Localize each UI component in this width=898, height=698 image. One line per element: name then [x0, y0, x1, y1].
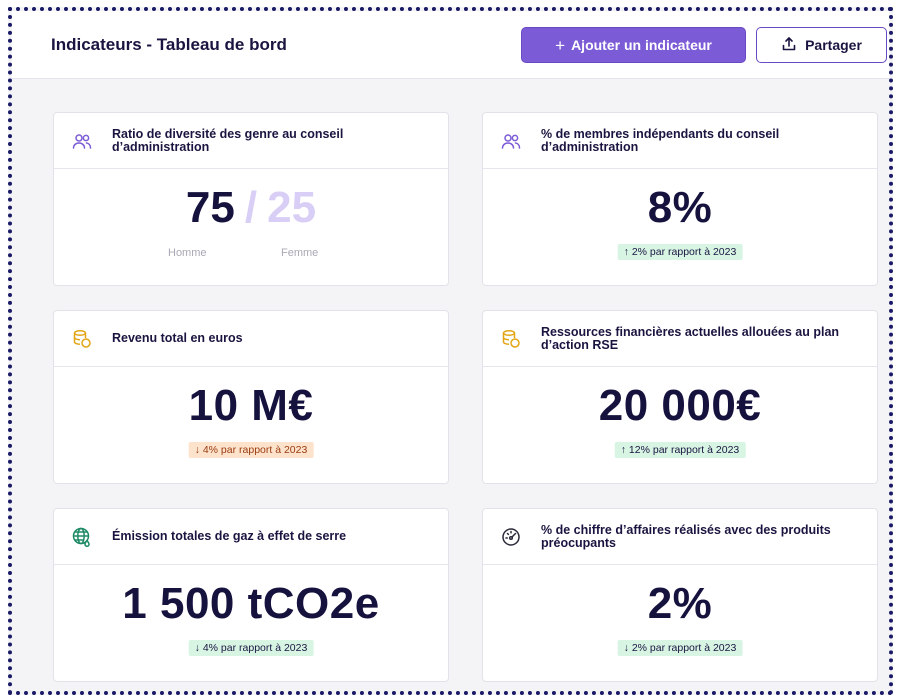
card-title: Ressources financières actuelles allouée…	[541, 324, 840, 352]
metric-value: 10 M€	[188, 381, 314, 430]
card-concerning-products[interactable]: % de chiffre d’affaires réalisés avec de…	[482, 508, 878, 682]
card-header: Revenu total en euros	[54, 311, 448, 367]
metric-value: 2%	[647, 579, 713, 628]
page-title: Indicateurs - Tableau de bord	[51, 35, 287, 54]
men-label: Homme	[168, 247, 207, 259]
share-icon	[781, 36, 797, 55]
trend-badge: ↓ 4% par rapport à 2023	[188, 442, 314, 458]
coins-icon	[501, 329, 521, 349]
card-title: Émission totales de gaz à effet de serre	[112, 529, 347, 543]
card-independent-members[interactable]: % de membres indépendants du conseil d’a…	[482, 112, 878, 286]
users-icon	[501, 131, 521, 151]
app-frame: Indicateurs - Tableau de bord + Ajouter …	[8, 7, 893, 695]
women-label: Femme	[281, 247, 319, 259]
coins-icon	[72, 329, 92, 349]
card-header: % de chiffre d’affaires réalisés avec de…	[483, 509, 877, 565]
gauge-icon	[501, 527, 521, 547]
add-indicator-label: Ajouter un indicateur	[571, 37, 712, 53]
globe-icon	[72, 527, 92, 547]
ratio-separator: /	[244, 183, 258, 232]
card-header: Émission totales de gaz à effet de serre	[54, 509, 448, 565]
card-title: % de chiffre d’affaires réalisés avec de…	[541, 522, 831, 550]
trend-badge: ↓ 2% par rapport à 2023	[617, 640, 743, 656]
card-title: Ratio de diversité des genre au conseil …	[112, 126, 344, 154]
trend-badge: ↓ 4% par rapport à 2023	[188, 640, 314, 656]
metric-value: 8%	[647, 183, 713, 232]
card-title: % de membres indépendants du conseil d’a…	[541, 126, 780, 154]
metric-value: 20 000€	[598, 381, 762, 430]
share-label: Partager	[805, 37, 862, 53]
metric-value: 1 500 tCO2e	[122, 579, 380, 628]
ratio-women-value: 25	[267, 183, 317, 232]
card-title: Revenu total en euros	[112, 331, 243, 345]
users-icon	[72, 131, 92, 151]
top-bar: Indicateurs - Tableau de bord + Ajouter …	[12, 11, 889, 79]
add-indicator-button[interactable]: + Ajouter un indicateur	[521, 27, 746, 63]
ratio-men-value: 75	[185, 183, 235, 232]
card-csr-resources[interactable]: Ressources financières actuelles allouée…	[482, 310, 878, 484]
card-gender-ratio[interactable]: Ratio de diversité des genre au conseil …	[53, 112, 449, 286]
card-ghg-emissions[interactable]: Émission totales de gaz à effet de serre…	[53, 508, 449, 682]
trend-badge: ↑ 2% par rapport à 2023	[617, 244, 743, 260]
card-total-revenue[interactable]: Revenu total en euros 10 M€ ↓ 4% par rap…	[53, 310, 449, 484]
card-header: Ratio de diversité des genre au conseil …	[54, 113, 448, 169]
gender-ratio-value: 75/25	[54, 183, 448, 233]
plus-icon: +	[555, 35, 566, 55]
card-header: Ressources financières actuelles allouée…	[483, 311, 877, 367]
card-header: % de membres indépendants du conseil d’a…	[483, 113, 877, 169]
share-button[interactable]: Partager	[756, 27, 887, 63]
trend-badge: ↑ 12% par rapport à 2023	[614, 442, 746, 458]
